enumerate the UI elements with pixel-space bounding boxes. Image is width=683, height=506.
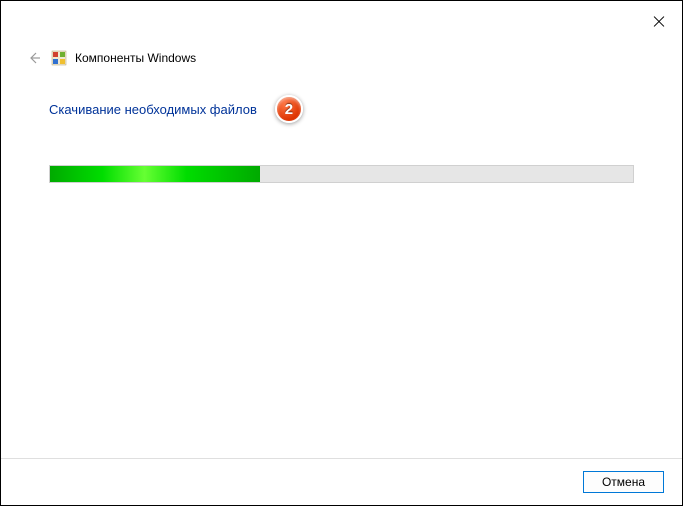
content-area: Скачивание необходимых файлов 2 (1, 75, 682, 203)
cancel-button[interactable]: Отмена (583, 471, 664, 493)
windows-features-icon (51, 50, 67, 66)
progress-fill (50, 166, 260, 182)
status-row: Скачивание необходимых файлов 2 (49, 95, 634, 123)
window-title: Компоненты Windows (75, 51, 196, 65)
header: Компоненты Windows (1, 41, 682, 75)
titlebar (1, 1, 682, 41)
footer: Отмена (1, 458, 682, 505)
progress-bar (49, 165, 634, 183)
back-arrow-icon (26, 50, 42, 66)
dialog-window: Компоненты Windows Скачивание необходимы… (1, 1, 682, 505)
step-badge: 2 (275, 95, 303, 123)
back-button[interactable] (25, 49, 43, 67)
close-button[interactable] (652, 14, 666, 28)
badge-number: 2 (285, 101, 293, 118)
status-text: Скачивание необходимых файлов (49, 102, 257, 117)
